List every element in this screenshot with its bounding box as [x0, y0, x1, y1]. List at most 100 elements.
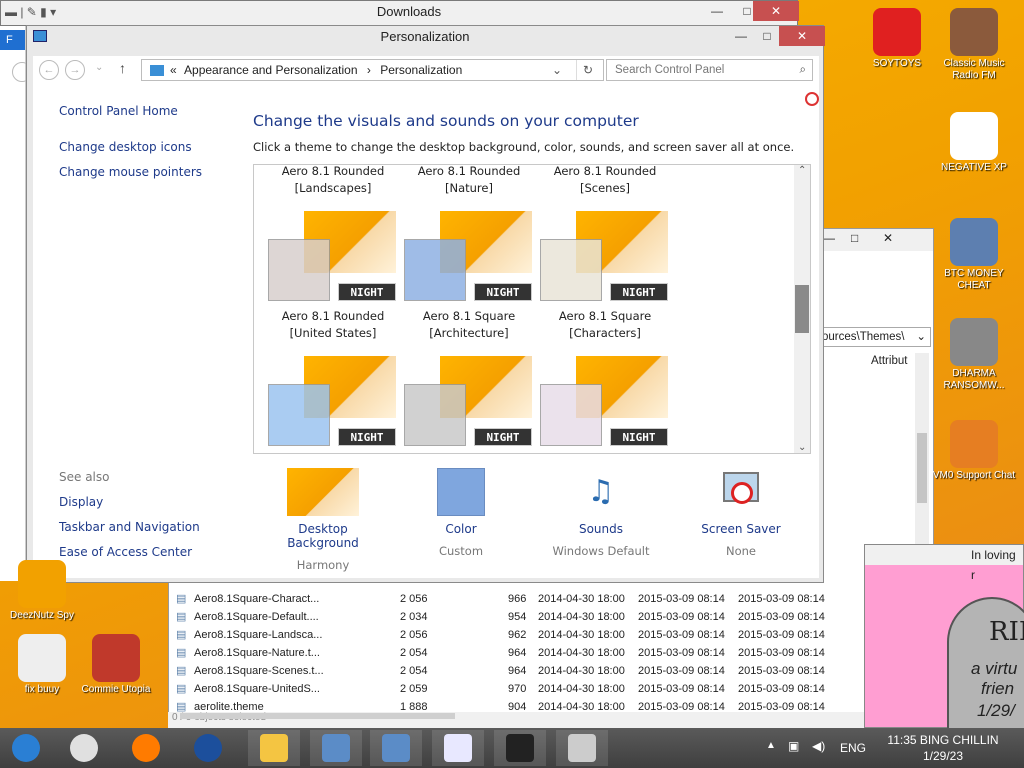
theme-title[interactable]: Aero 8.1 Square [Architecture]	[404, 308, 534, 342]
file-date-1: 2014-04-30 18:00	[538, 611, 625, 623]
desktop-icon[interactable]: DHARMA RANSOMW...	[932, 318, 1016, 392]
ease-of-access-link[interactable]: Ease of Access Center	[59, 545, 192, 559]
close-button[interactable]: ✕	[779, 26, 825, 46]
help-icon[interactable]	[805, 92, 819, 106]
commie-icon	[92, 634, 140, 682]
desktop-icon[interactable]: Commie Utopia	[74, 634, 158, 696]
file-row[interactable]: ▤ Aero8.1Square-Nature.t... 2 054 964 2014-0…	[176, 644, 826, 662]
close-button[interactable]: ✕	[753, 1, 799, 21]
control-panel-home-link[interactable]: Control Panel Home	[59, 104, 178, 118]
language-indicator[interactable]: ENG	[840, 741, 866, 755]
spy-icon	[18, 560, 66, 608]
up-button[interactable]: ↑	[119, 60, 126, 76]
path-text: ources\Themes\	[822, 331, 905, 343]
file-row[interactable]: ▤ Aero8.1Square-Scenes.t... 2 054 964 2014-0…	[176, 662, 826, 680]
desktop-icon[interactable]: SOYTOYS	[855, 8, 939, 70]
fix-icon	[18, 634, 66, 682]
file-row[interactable]: ▤ Aero8.1Square-Landsca... 2 056 962 2014-04…	[176, 626, 826, 644]
theme-title[interactable]: Aero 8.1 Rounded [United States]	[268, 308, 398, 342]
taskbar-app-glyph	[568, 734, 596, 762]
minimize-button[interactable]: —	[727, 26, 755, 46]
minimize-button[interactable]: —	[823, 231, 835, 245]
minimize-button[interactable]: —	[703, 1, 731, 21]
maximize-button[interactable]: □	[753, 26, 781, 46]
7zip-icon[interactable]	[494, 730, 546, 766]
theme-thumbnail[interactable]: NIGHT	[540, 356, 668, 446]
desktop-icon[interactable]: BTC MONEY CHEAT	[932, 218, 1016, 292]
search-icon[interactable]: ⌕	[800, 60, 806, 80]
file-explorer-icon[interactable]	[248, 730, 300, 766]
rip-line-2: a virtu	[971, 659, 1018, 678]
windows-icon[interactable]	[0, 730, 52, 766]
back-button[interactable]: ←	[39, 60, 59, 80]
desktop-background-item[interactable]: Desktop Background Harmony	[263, 468, 383, 572]
bunny-icon[interactable]	[432, 730, 484, 766]
breadcrumb-overflow[interactable]: «	[170, 63, 177, 77]
show-hidden-icons[interactable]: ▲	[766, 740, 776, 751]
firefox-icon[interactable]	[120, 730, 172, 766]
taskbar-app-glyph	[132, 734, 160, 762]
breadcrumb-separator[interactable]: ›	[367, 63, 371, 77]
theme-thumbnail[interactable]: NIGHT	[268, 211, 396, 301]
night-badge: NIGHT	[338, 283, 396, 301]
clock[interactable]: 11:35 BING CHILLIN 1/29/23	[878, 732, 1008, 764]
color-item[interactable]: Color Custom	[401, 468, 521, 558]
obama-icon[interactable]	[182, 730, 234, 766]
path-dropdown[interactable]: ources\Themes\ ⌄	[819, 327, 931, 347]
file-date-3: 2015-03-09 08:14	[738, 593, 825, 605]
theme-thumbnail[interactable]: NIGHT	[268, 356, 396, 446]
network-icon[interactable]	[310, 730, 362, 766]
theme-title[interactable]: Aero 8.1 Rounded [Scenes]	[540, 165, 670, 197]
theme-title[interactable]: Aero 8.1 Rounded [Landscapes]	[268, 165, 398, 197]
theme-thumbnail[interactable]: NIGHT	[540, 211, 668, 301]
file-row[interactable]: ▤ Aero8.1Square-Charact... 2 056 966 2014-04…	[176, 590, 826, 608]
network2-icon[interactable]	[370, 730, 422, 766]
file-row[interactable]: ▤ Aero8.1Square-UnitedS... 2 059 970 2014-04…	[176, 680, 826, 698]
desktop-icon[interactable]: fix buuy	[0, 634, 84, 696]
scroll-up-icon[interactable]: ⌃	[798, 165, 806, 176]
change-mouse-pointers-link[interactable]: Change mouse pointers	[59, 165, 202, 179]
refresh-icon[interactable]: ↻	[576, 60, 593, 80]
scroll-down-icon[interactable]: ⌄	[798, 442, 806, 453]
screen-saver-item[interactable]: Screen Saver None	[681, 468, 801, 558]
recent-pages-icon[interactable]: ⌄	[95, 62, 103, 73]
column-header-attributes[interactable]: Attribut	[871, 355, 907, 367]
search-input[interactable]: Search Control Panel ⌕	[606, 59, 813, 81]
file-date-3: 2015-03-09 08:14	[738, 683, 825, 695]
chrome-icon[interactable]	[58, 730, 110, 766]
network-tray-icon[interactable]: ▣	[788, 739, 799, 753]
desktop-icon[interactable]: NEGATIVE XP	[932, 112, 1016, 174]
hscroll[interactable]	[180, 713, 455, 719]
breadcrumb-appearance[interactable]: Appearance and Personalization	[184, 63, 357, 77]
desktop-icon[interactable]: VM0 Support Chat	[932, 420, 1016, 482]
maximize-button[interactable]: □	[851, 231, 858, 245]
file-packed: 962	[508, 629, 527, 641]
theme-scrollbar[interactable]: ⌃ ⌄	[794, 165, 810, 453]
close-button[interactable]: ✕	[883, 231, 893, 245]
sounds-value: Windows Default	[552, 544, 650, 558]
scroll-thumb[interactable]	[795, 285, 809, 333]
change-desktop-icons-link[interactable]: Change desktop icons	[59, 140, 192, 154]
desktop-icon-label: DeezNutz Spy	[10, 610, 74, 621]
address-bar[interactable]: « Appearance and Personalization › Perso…	[141, 59, 604, 81]
taskbar-navigation-link[interactable]: Taskbar and Navigation	[59, 520, 200, 534]
theme-thumbnail[interactable]: NIGHT	[404, 356, 532, 446]
desktop-icon[interactable]: Classic Music Radio FM	[932, 8, 1016, 82]
breadcrumb-personalization[interactable]: Personalization	[380, 63, 462, 77]
file-row[interactable]: ▤ Aero8.1Square-Default.... 2 034 954 2014-0…	[176, 608, 826, 626]
night-badge: NIGHT	[610, 428, 668, 446]
desktop-icon[interactable]: DeezNutz Spy	[0, 560, 84, 622]
theme-variant: [Nature]	[445, 181, 493, 195]
display-link[interactable]: Display	[59, 495, 103, 509]
theme-title[interactable]: Aero 8.1 Square [Characters]	[540, 308, 670, 342]
sounds-icon: ♫	[587, 474, 615, 509]
file-icon: ▤	[176, 593, 187, 605]
volume-icon[interactable]: ◀)	[812, 739, 825, 753]
chevron-down-icon[interactable]: ⌄	[552, 60, 562, 80]
theme-thumbnail[interactable]: NIGHT	[404, 211, 532, 301]
projector-icon[interactable]	[556, 730, 608, 766]
explorer-caption: — □ ✕	[821, 229, 933, 251]
sounds-item[interactable]: ♫ Sounds Windows Default	[541, 468, 661, 558]
forward-button[interactable]: →	[65, 60, 85, 80]
theme-title[interactable]: Aero 8.1 Rounded [Nature]	[404, 165, 534, 197]
